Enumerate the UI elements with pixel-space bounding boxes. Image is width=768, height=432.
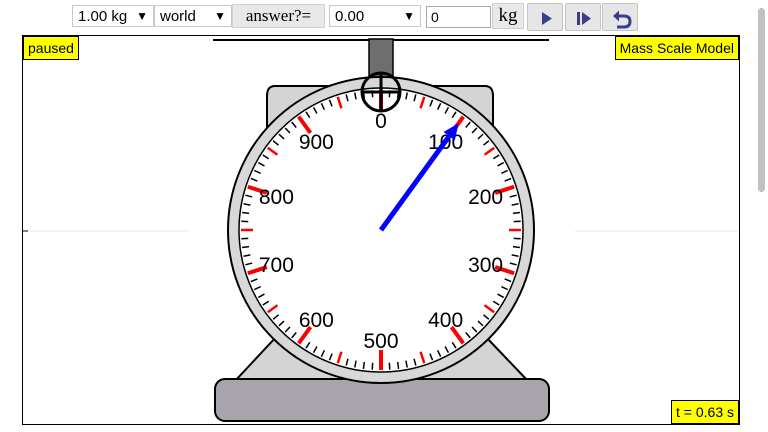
dial-tick [512,245,520,249]
mass-scale-drawing: 0100200300400500600700800900 [23,38,739,422]
status-label: paused [23,36,79,60]
dial-label: 800 [259,186,294,209]
mass-select[interactable]: 1.00 kg ▼ [72,5,154,27]
dial-tick [512,211,520,215]
answer-select[interactable]: 0.00 ▼ [329,5,421,27]
play-button[interactable] [527,3,563,31]
simulation-canvas[interactable]: 0100200300400500600700800900 paused Mass… [22,35,740,425]
unit-label: kg [492,3,524,29]
chevron-down-icon: ▼ [403,9,415,23]
toolbar: 1.00 kg ▼ world ▼ answer?= 0.00 ▼ kg [0,0,768,34]
answer-input[interactable] [426,6,491,28]
dial: 0100200300400500600700800900 [227,76,535,384]
scrollbar-thumb[interactable] [758,8,765,192]
frame-select-value: world [160,8,196,25]
dial-label: 600 [299,309,334,332]
pivot-crosshair-icon [360,71,402,113]
dial-tick [242,211,250,215]
dial-tick [362,361,366,369]
step-forward-icon [577,12,591,25]
frame-select[interactable]: world ▼ [154,5,232,27]
scrollbar[interactable] [754,0,768,432]
dial-label: 700 [259,254,294,277]
time-label: t = 0.63 s [671,400,739,424]
dial-tick [242,245,250,249]
dial-label: 900 [299,131,334,154]
answer-label: answer?= [232,4,325,28]
dial-tick [396,361,400,369]
dial-label: 400 [428,309,463,332]
model-label: Mass Scale Model [614,36,739,60]
dial-label: 500 [363,330,398,353]
step-button[interactable] [565,3,601,31]
play-icon [542,12,552,25]
chevron-down-icon: ▼ [136,9,148,23]
chevron-down-icon: ▼ [214,9,226,23]
dial-label: 200 [468,186,503,209]
dial-label: 300 [468,254,503,277]
scale-base [214,378,550,422]
answer-select-value: 0.00 [335,8,365,25]
mass-select-value: 1.00 kg [78,8,128,25]
reset-button[interactable] [602,3,638,31]
dial-label: 0 [375,110,387,133]
reset-icon [613,10,632,29]
